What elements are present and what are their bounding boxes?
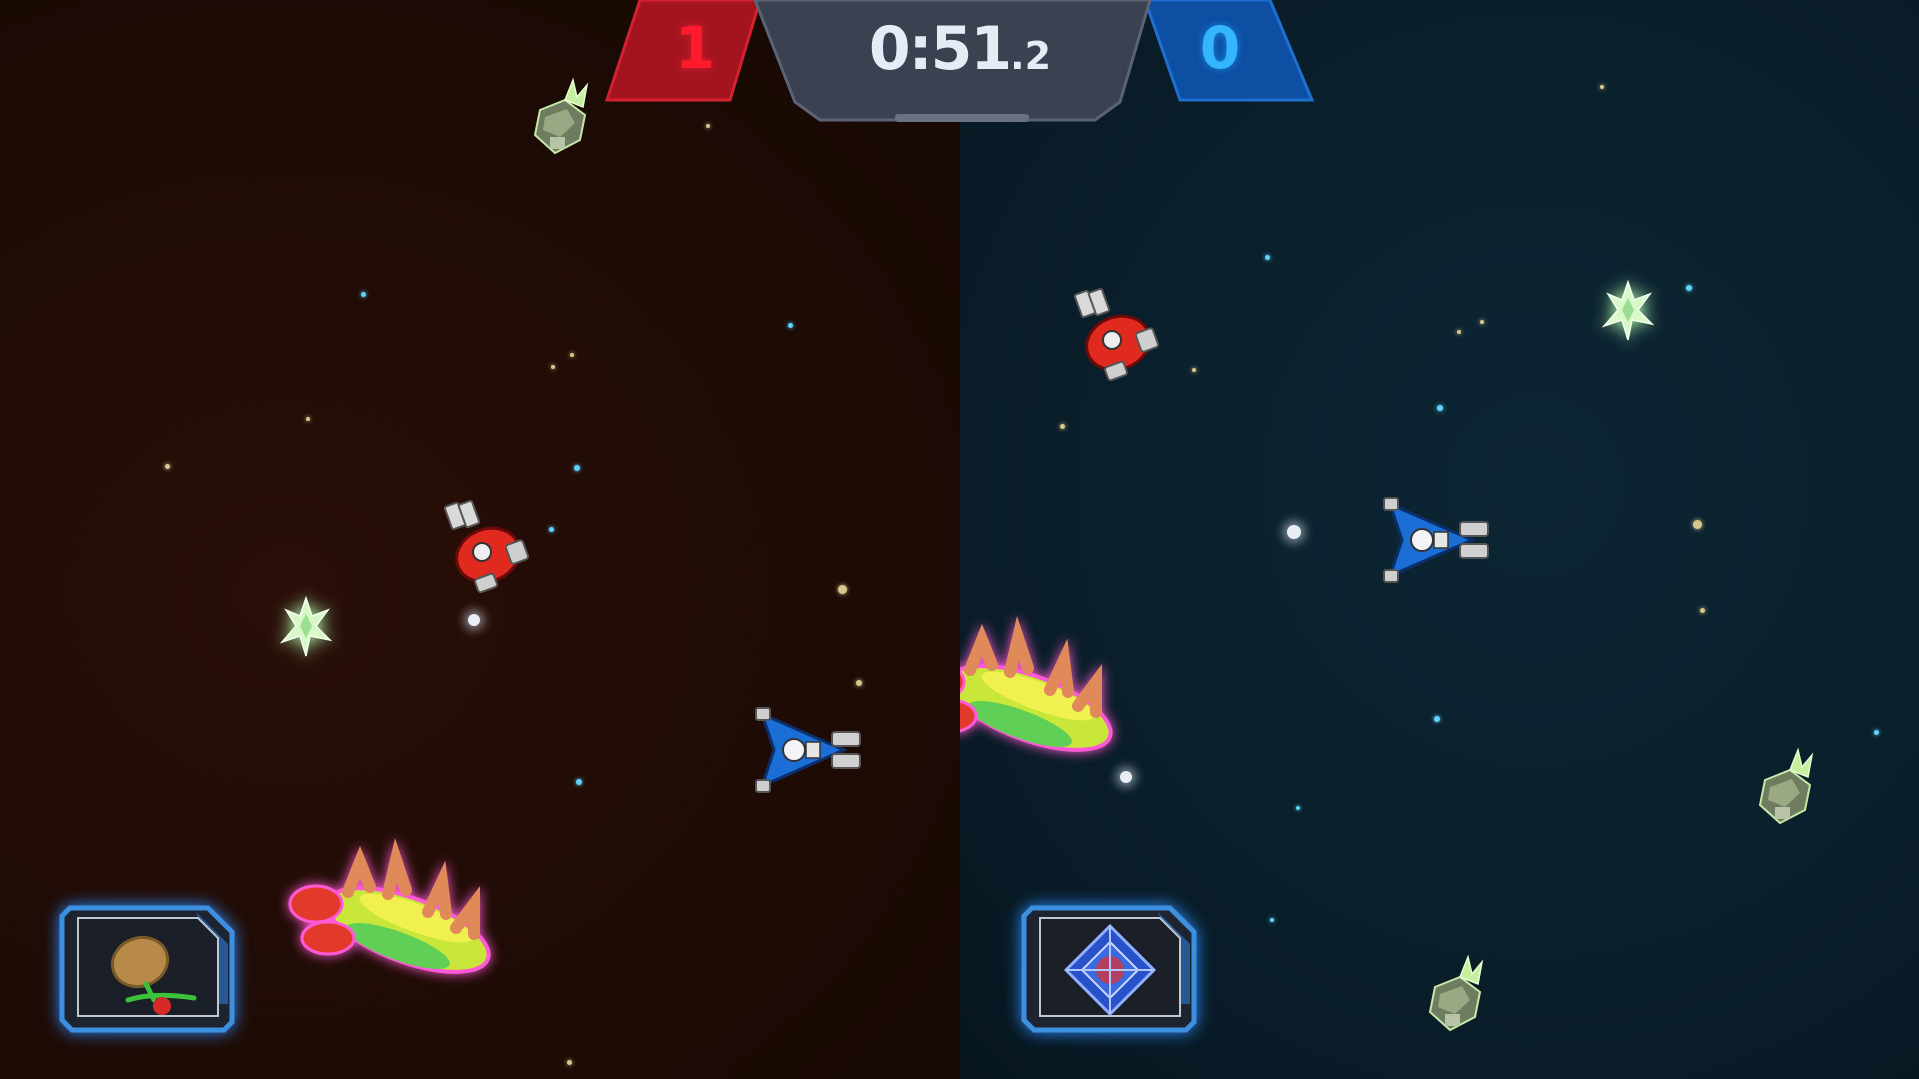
star [856,680,862,686]
star [706,124,710,128]
star [567,1060,572,1065]
star [1480,320,1484,324]
energy-crystal [1601,279,1655,342]
star [1700,608,1705,613]
crystal-asteroid [1750,745,1820,830]
blue-player-ship [752,702,872,798]
star [788,323,793,328]
star [306,417,310,421]
star [361,292,366,297]
star [468,614,480,626]
star [838,585,847,594]
star [1434,716,1440,722]
star [1686,285,1692,291]
star [551,365,555,369]
crystal-asteroid [1420,952,1490,1037]
star [1265,255,1270,260]
star [1874,730,1879,735]
space-slug-creature [960,616,1140,770]
star [1060,424,1065,429]
blue-player-ship [1380,492,1500,588]
star [165,464,170,469]
star [1270,918,1274,922]
star [570,353,574,357]
star [1287,525,1301,539]
fruit-bomb-icon [98,926,208,1016]
star [1693,520,1702,529]
star [1296,806,1300,810]
energy-crystal [279,595,333,658]
red-player-ship [1070,287,1170,383]
space-slug-creature [278,838,518,992]
star [574,465,580,471]
crystal-asteroid [525,75,595,160]
star [1437,405,1443,411]
star [1457,330,1461,334]
star [1120,771,1132,783]
ability-slot-blue-player[interactable] [1020,904,1198,1034]
star [1192,368,1196,372]
red-player-ship [440,499,540,595]
star [549,527,554,532]
shield-crystal-icon [1060,922,1160,1018]
star [576,779,582,785]
ability-slot-red-player[interactable] [58,904,236,1034]
star [1600,85,1604,89]
